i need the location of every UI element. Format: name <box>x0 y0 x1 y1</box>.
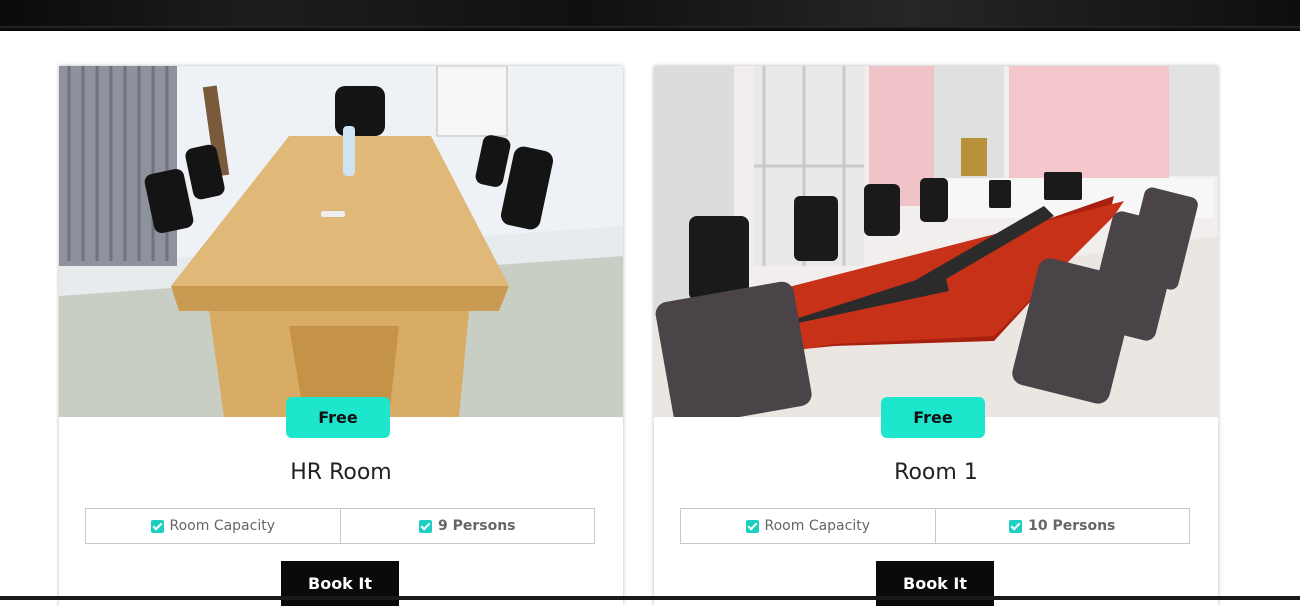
checkbox-checked-icon <box>418 519 432 533</box>
room-card-room-1: Free Room 1 Room Capacity 10 Persons Boo… <box>654 66 1218 606</box>
checkbox-checked-icon <box>150 519 164 533</box>
room-photo <box>654 66 1218 417</box>
capacity-label-cell: Room Capacity <box>86 509 340 543</box>
status-badge: Free <box>881 397 985 438</box>
header-banner <box>0 0 1300 31</box>
capacity-value-cell: 9 Persons <box>339 509 595 543</box>
capacity-value: 9 Persons <box>437 518 516 534</box>
room-info-table: Room Capacity 9 Persons <box>85 508 595 544</box>
footer-edge <box>0 596 1300 600</box>
capacity-label-cell: Room Capacity <box>681 509 935 543</box>
capacity-value-cell: 10 Persons <box>934 509 1190 543</box>
checkbox-checked-icon <box>745 519 759 533</box>
capacity-label: Room Capacity <box>764 518 871 534</box>
room-info-table: Room Capacity 10 Persons <box>680 508 1190 544</box>
capacity-value: 10 Persons <box>1028 518 1116 534</box>
room-title: HR Room <box>290 460 392 485</box>
room-card-hr-room: Free HR Room Room Capacity 9 Persons Boo… <box>59 66 623 606</box>
room-title: Room 1 <box>894 460 978 485</box>
status-badge: Free <box>286 397 390 438</box>
checkbox-checked-icon <box>1009 519 1023 533</box>
capacity-label: Room Capacity <box>169 518 276 534</box>
room-photo <box>59 66 623 417</box>
